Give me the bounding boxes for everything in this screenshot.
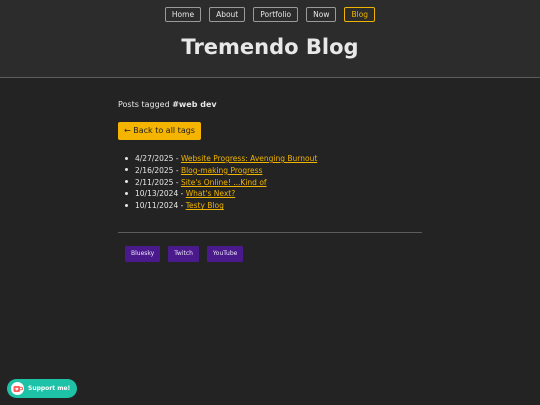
post-date: 4/27/2025 - — [135, 154, 181, 163]
post-date: 10/11/2024 - — [135, 201, 186, 211]
post-list-item: 10/13/2024 - What's Next? — [125, 188, 422, 200]
post-link[interactable]: What's Next? — [186, 189, 236, 198]
main-content: Posts tagged #web dev ← Back to all tags… — [118, 100, 422, 212]
site-title: Tremendo Blog — [181, 35, 359, 59]
nav-blog-button[interactable]: Blog — [344, 7, 376, 22]
nav-about-button[interactable]: About — [209, 7, 246, 22]
social-links: Bluesky Twitch YouTube — [125, 246, 244, 262]
back-to-tags-button[interactable]: ← Back to all tags — [118, 122, 201, 140]
post-link[interactable]: Site's Online! ...Kind of — [181, 178, 267, 187]
post-list-item: 10/11/2024 - Testy Blog — [125, 200, 422, 212]
post-date: 10/13/2024 - — [135, 189, 186, 199]
ko-fi-cup-icon — [11, 382, 24, 395]
post-link[interactable]: Testy Blog — [186, 201, 224, 210]
post-link[interactable]: Website Progress: Avenging Burnout — [181, 154, 317, 163]
page: Home About Portfolio Now Blog Tremendo B… — [0, 0, 540, 405]
support-label: Support me! — [28, 385, 71, 392]
nav-portfolio-button[interactable]: Portfolio — [253, 7, 299, 22]
support-me-button[interactable]: Support me! — [7, 379, 78, 398]
post-date: 2/16/2025 - — [135, 165, 181, 175]
tag-name: #web dev — [172, 100, 217, 109]
tag-heading-prefix: Posts tagged — [118, 100, 173, 109]
post-date: 2/11/2025 - — [135, 177, 181, 187]
post-list-item: 2/16/2025 - Blog-making Progress — [125, 165, 422, 177]
nav-home-button[interactable]: Home — [164, 7, 202, 22]
youtube-button[interactable]: YouTube — [206, 246, 244, 262]
main-nav: Home About Portfolio Now Blog — [0, 7, 540, 22]
site-header: Home About Portfolio Now Blog Tremendo B… — [0, 0, 540, 78]
footer-divider — [118, 232, 422, 233]
post-list-item: 2/11/2025 - Site's Online! ...Kind of — [125, 177, 422, 189]
post-list: 4/27/2025 - Website Progress: Avenging B… — [118, 153, 422, 212]
post-list-item: 4/27/2025 - Website Progress: Avenging B… — [125, 153, 422, 165]
twitch-button[interactable]: Twitch — [168, 246, 199, 262]
tag-heading: Posts tagged #web dev — [118, 100, 422, 109]
nav-now-button[interactable]: Now — [306, 7, 337, 22]
post-link[interactable]: Blog-making Progress — [181, 166, 263, 175]
bluesky-button[interactable]: Bluesky — [125, 246, 161, 262]
